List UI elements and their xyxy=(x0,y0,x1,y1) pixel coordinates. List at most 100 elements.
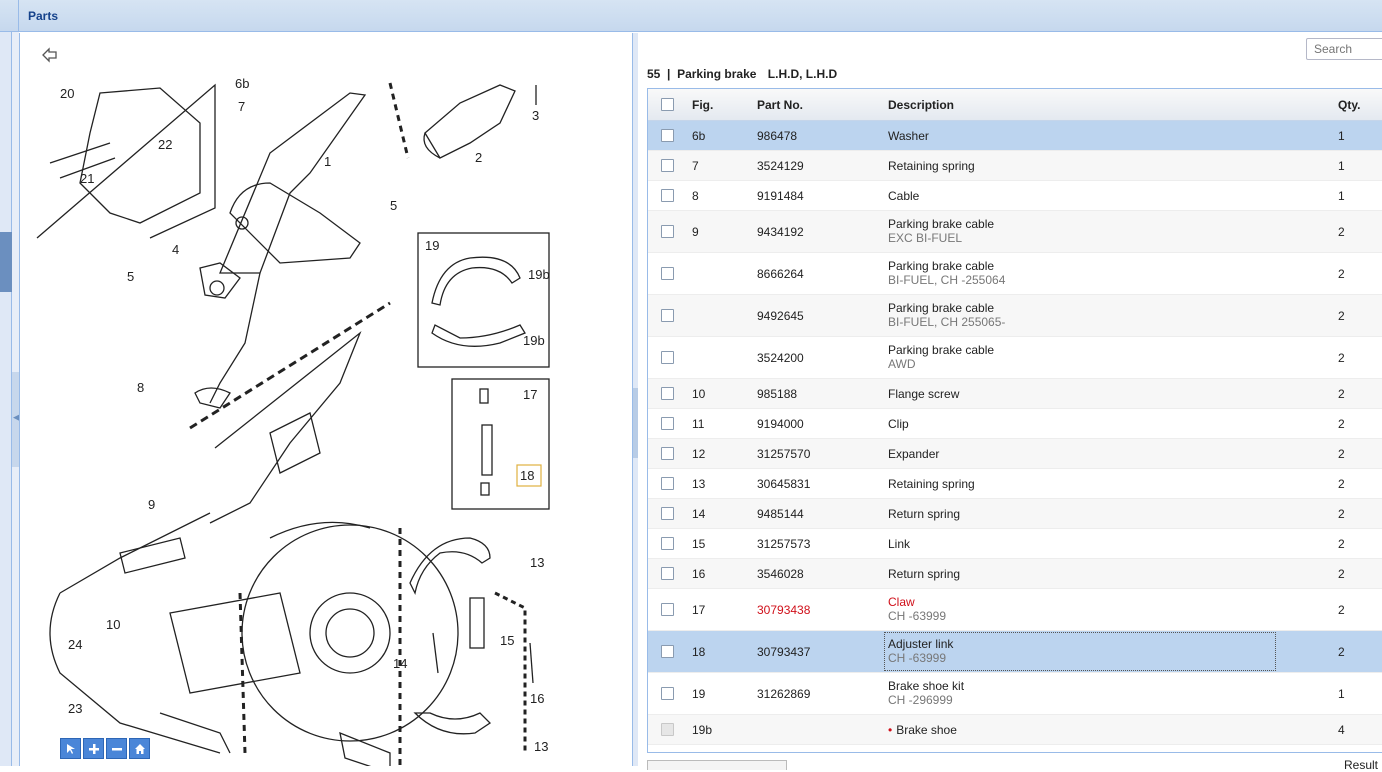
row-checkbox[interactable] xyxy=(661,351,674,364)
part-no-cell: 31262869 xyxy=(757,687,811,701)
description-cell: Parking brake cable BI-FUEL, CH -255064 xyxy=(888,259,1005,287)
table-row[interactable]: 11 9194000 2 Clip xyxy=(648,409,1382,439)
row-checkbox[interactable] xyxy=(661,447,674,460)
callout-4[interactable]: 4 xyxy=(172,242,179,257)
part-no-cell: 9434192 xyxy=(757,225,804,239)
home-icon[interactable] xyxy=(129,738,150,759)
fig-cell: 9 xyxy=(692,225,699,239)
description-cell: Brake shoe kit CH -296999 xyxy=(888,679,964,707)
callout-5[interactable]: 5 xyxy=(390,198,397,213)
description-cell: Parking brake cable BI-FUEL, CH 255065- xyxy=(888,301,1005,329)
caption-separator: | xyxy=(663,67,674,81)
part-no-cell: 31257570 xyxy=(757,447,811,461)
callout-13[interactable]: 13 xyxy=(534,739,548,754)
qty-cell: 1 xyxy=(1338,189,1345,203)
callout-13[interactable]: 13 xyxy=(530,555,544,570)
callout-1[interactable]: 1 xyxy=(324,154,331,169)
callout-14[interactable]: 14 xyxy=(393,656,407,671)
col-qty-header[interactable]: Qty. xyxy=(1338,98,1360,112)
callout-15[interactable]: 15 xyxy=(500,633,514,648)
table-row[interactable]: 19b 4 • Brake shoe xyxy=(648,715,1382,745)
callout-21[interactable]: 21 xyxy=(80,171,94,186)
fig-cell: 17 xyxy=(692,603,706,617)
table-row[interactable]: 12 31257570 2 Expander xyxy=(648,439,1382,469)
left-collapse-toggle[interactable]: ◀ xyxy=(12,372,20,467)
group-caption: 55 | Parking brake L.H.D, L.H.D xyxy=(647,67,837,81)
description-text: Washer xyxy=(888,129,929,143)
callout-19b[interactable]: 19b xyxy=(523,333,545,348)
col-part-no-header[interactable]: Part No. xyxy=(757,98,803,112)
row-checkbox[interactable] xyxy=(661,417,674,430)
table-row[interactable]: 8 9191484 1 Cable xyxy=(648,181,1382,211)
col-fig-header[interactable]: Fig. xyxy=(692,98,713,112)
callout-6b[interactable]: 6b xyxy=(235,76,249,91)
table-row[interactable]: 19 31262869 1 Brake shoe kit CH -296999 xyxy=(648,673,1382,715)
callout-16[interactable]: 16 xyxy=(530,691,544,706)
callout-19[interactable]: 19 xyxy=(425,238,439,253)
fig-cell: 10 xyxy=(692,387,706,401)
row-checkbox[interactable] xyxy=(661,645,674,658)
table-row[interactable]: 3524200 2 Parking brake cable AWD xyxy=(648,337,1382,379)
description-text: Retaining spring xyxy=(888,159,975,173)
zoom-out-icon[interactable] xyxy=(106,738,127,759)
table-row[interactable]: 15 31257573 2 Link xyxy=(648,529,1382,559)
row-checkbox[interactable] xyxy=(661,159,674,172)
callout-8[interactable]: 8 xyxy=(137,380,144,395)
table-row[interactable]: 17 30793438 2 Claw CH -63999 xyxy=(648,589,1382,631)
left-nav-tab[interactable] xyxy=(0,232,12,292)
callout-19b[interactable]: 19b xyxy=(528,267,550,282)
table-row[interactable]: 9 9434192 2 Parking brake cable EXC BI-FUEL xyxy=(648,211,1382,253)
callout-5[interactable]: 5 xyxy=(127,269,134,284)
row-checkbox[interactable] xyxy=(661,603,674,616)
qty-cell: 2 xyxy=(1338,225,1345,239)
row-checkbox[interactable] xyxy=(661,129,674,142)
table-row[interactable]: 13 30645831 2 Retaining spring xyxy=(648,469,1382,499)
callout-2[interactable]: 2 xyxy=(475,150,482,165)
callout-24[interactable]: 24 xyxy=(68,637,82,652)
row-checkbox[interactable] xyxy=(661,687,674,700)
description-cell: Link xyxy=(888,537,910,551)
table-row[interactable]: 18 30793437 2 Adjuster link CH -63999 xyxy=(648,631,1382,673)
callout-9[interactable]: 9 xyxy=(148,497,155,512)
row-checkbox[interactable] xyxy=(661,189,674,202)
row-checkbox[interactable] xyxy=(661,387,674,400)
row-checkbox[interactable] xyxy=(661,507,674,520)
table-row[interactable]: 7 3524129 1 Retaining spring xyxy=(648,151,1382,181)
description-text: Brake shoe xyxy=(896,723,957,737)
callout-23[interactable]: 23 xyxy=(68,701,82,716)
callout-17[interactable]: 17 xyxy=(523,387,537,402)
row-checkbox[interactable] xyxy=(661,267,674,280)
callout-18[interactable]: 18 xyxy=(520,468,534,483)
qty-cell: 2 xyxy=(1338,567,1345,581)
callout-3[interactable]: 3 xyxy=(532,108,539,123)
description-text: Brake shoe kit xyxy=(888,679,965,693)
zoom-in-icon[interactable] xyxy=(83,738,104,759)
col-description-header[interactable]: Description xyxy=(888,98,954,112)
description-text: Parking brake cable xyxy=(888,259,995,273)
description-text: Parking brake cable xyxy=(888,217,995,231)
select-all-checkbox[interactable] xyxy=(661,98,674,111)
qty-cell: 2 xyxy=(1338,645,1345,659)
left-splitter[interactable]: ◀ xyxy=(12,32,20,766)
callout-22[interactable]: 22 xyxy=(158,137,172,152)
pointer-icon[interactable] xyxy=(60,738,81,759)
callout-20[interactable]: 20 xyxy=(60,86,74,101)
callout-7[interactable]: 7 xyxy=(238,99,245,114)
bottom-button[interactable] xyxy=(647,760,787,770)
table-row[interactable]: 16 3546028 2 Return spring xyxy=(648,559,1382,589)
table-row[interactable]: 6b 986478 1 Washer xyxy=(648,121,1382,151)
row-checkbox[interactable] xyxy=(661,225,674,238)
row-checkbox[interactable] xyxy=(661,723,674,736)
callout-10[interactable]: 10 xyxy=(106,617,120,632)
row-checkbox[interactable] xyxy=(661,309,674,322)
table-row[interactable]: 14 9485144 2 Return spring xyxy=(648,499,1382,529)
search-input[interactable] xyxy=(1306,38,1382,60)
table-row[interactable]: 10 985188 2 Flange screw xyxy=(648,379,1382,409)
row-checkbox[interactable] xyxy=(661,537,674,550)
table-row[interactable]: 8666264 2 Parking brake cable BI-FUEL, CH -… xyxy=(648,253,1382,295)
row-checkbox[interactable] xyxy=(661,477,674,490)
fig-cell: 19 xyxy=(692,687,706,701)
row-checkbox[interactable] xyxy=(661,567,674,580)
table-row[interactable]: 9492645 2 Parking brake cable BI-FUEL, CH 2… xyxy=(648,295,1382,337)
description-text: Parking brake cable xyxy=(888,301,995,315)
